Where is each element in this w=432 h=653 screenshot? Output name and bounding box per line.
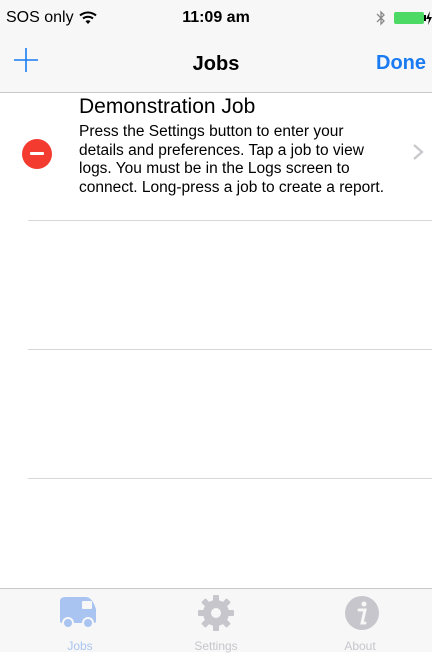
delete-job-button[interactable]	[22, 139, 52, 169]
status-bar: SOS only 11:09 am	[0, 0, 432, 38]
van-icon	[60, 597, 96, 629]
job-row[interactable]: Demonstration Job Press the Settings but…	[22, 93, 432, 221]
tab-bar: Jobs Settings About	[0, 588, 432, 653]
job-title: Demonstration Job	[79, 95, 256, 118]
empty-list-row	[28, 350, 432, 479]
charging-icon	[426, 11, 432, 25]
chevron-right-icon[interactable]	[410, 143, 426, 161]
job-description: Press the Settings button to enter your …	[79, 123, 385, 196]
status-icons	[376, 10, 432, 26]
jobs-list: Demonstration Job Press the Settings but…	[0, 93, 432, 479]
tab-settings[interactable]: Settings	[144, 589, 288, 653]
minus-icon	[30, 152, 44, 155]
info-icon	[345, 596, 379, 630]
page-title: Jobs	[192, 53, 240, 75]
status-time: 11:09 am	[182, 9, 250, 26]
empty-list-row	[28, 221, 432, 350]
tab-jobs[interactable]: Jobs	[8, 589, 152, 653]
gear-icon	[198, 595, 234, 631]
done-button[interactable]: Done	[376, 52, 426, 75]
bluetooth-icon	[376, 10, 385, 26]
battery-icon	[394, 12, 424, 24]
tab-about[interactable]: About	[288, 589, 432, 653]
navigation-bar: Jobs Done	[0, 38, 432, 93]
